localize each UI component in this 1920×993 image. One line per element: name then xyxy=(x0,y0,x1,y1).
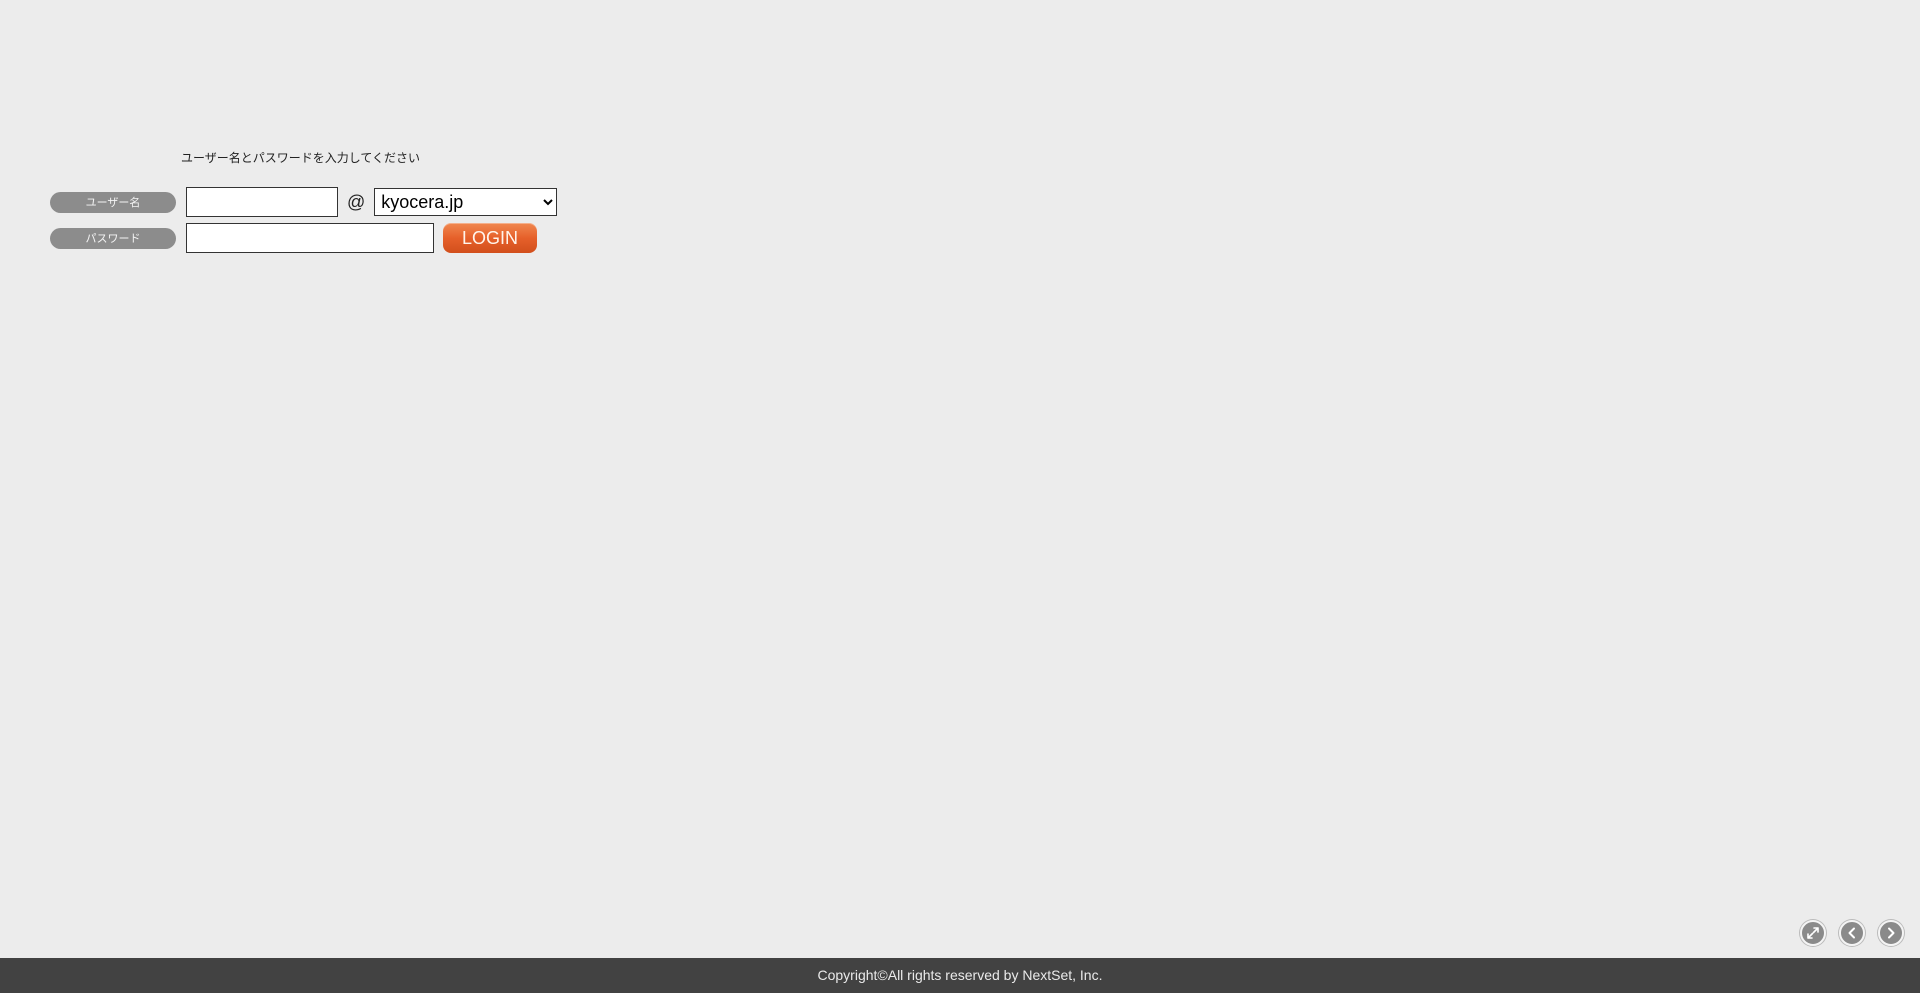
login-page: ユーザー名とパスワードを入力してください ユーザー名 @ kyocera.jp … xyxy=(0,0,1920,993)
copyright-text: Copyright©All rights reserved by NextSet… xyxy=(817,967,1103,983)
username-row: ユーザー名 @ kyocera.jp xyxy=(50,187,558,217)
at-symbol: @ xyxy=(347,191,366,212)
login-button[interactable]: LOGIN xyxy=(443,223,537,253)
expand-icon xyxy=(1807,927,1819,939)
domain-select[interactable]: kyocera.jp xyxy=(374,188,558,216)
next-button[interactable] xyxy=(1878,920,1904,946)
username-label: ユーザー名 xyxy=(50,191,176,213)
footer: Copyright©All rights reserved by NextSet… xyxy=(0,958,1920,993)
previous-button[interactable] xyxy=(1839,920,1865,946)
chevron-left-icon xyxy=(1848,927,1855,939)
login-instruction: ユーザー名とパスワードを入力してください xyxy=(181,151,421,165)
password-label: パスワード xyxy=(50,227,176,249)
chevron-right-icon xyxy=(1888,927,1895,939)
password-row: パスワード LOGIN xyxy=(50,223,537,253)
username-input[interactable] xyxy=(186,187,338,217)
page-nav-controls xyxy=(1800,920,1904,946)
expand-button[interactable] xyxy=(1800,920,1826,946)
password-input[interactable] xyxy=(186,223,434,253)
